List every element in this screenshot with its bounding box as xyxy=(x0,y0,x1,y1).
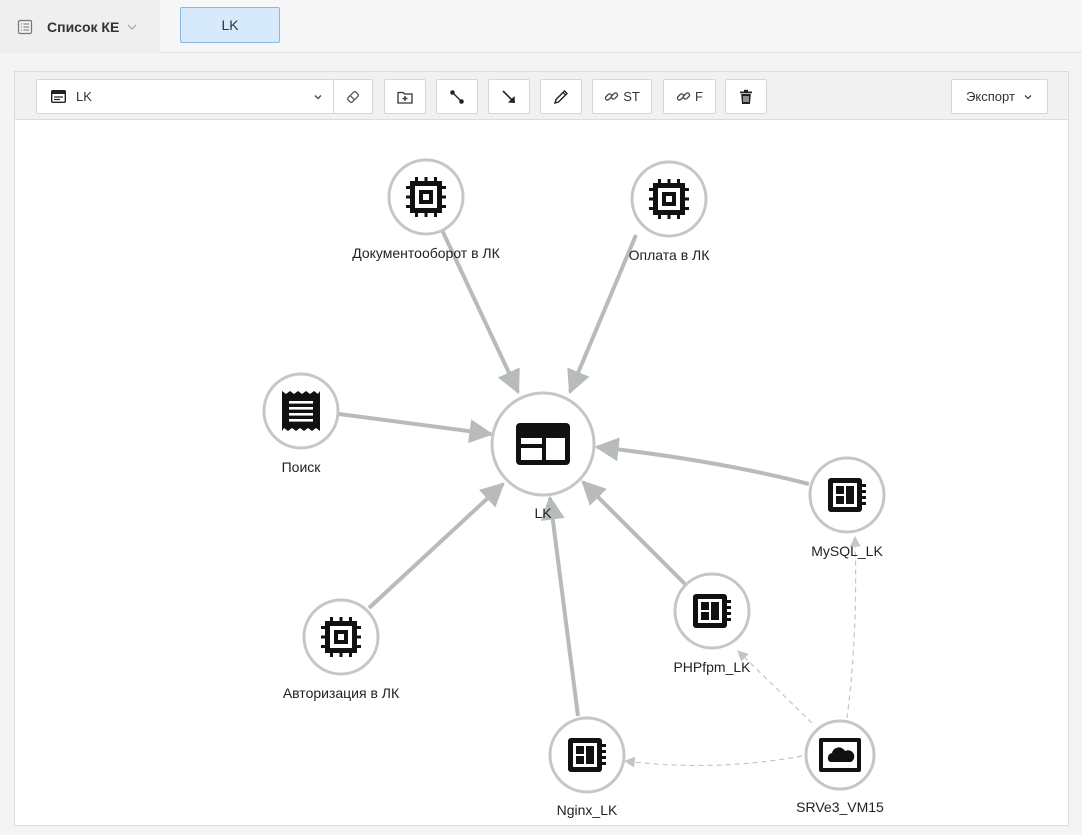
list-icon xyxy=(17,19,33,35)
node-lk[interactable]: LK xyxy=(490,391,596,521)
chip-icon xyxy=(406,177,446,217)
edge-srv-to-mysql[interactable] xyxy=(846,535,861,719)
app-window-icon xyxy=(516,423,570,465)
edge-auth-to-lk[interactable] xyxy=(367,482,505,610)
server-module-icon xyxy=(568,738,606,772)
graph-panel: LK ST F Экспорт LK Документооборот в ЛК … xyxy=(14,71,1069,826)
chevron-down-icon xyxy=(1023,92,1033,102)
node-pay[interactable]: Оплата в ЛК xyxy=(629,160,711,263)
link-f-label: F xyxy=(695,89,703,104)
server-module-icon xyxy=(693,594,731,628)
node-srv[interactable]: SRVe3_VM15 xyxy=(796,719,884,815)
edge-srv-to-nginx[interactable] xyxy=(623,755,803,768)
node-lk-label: LK xyxy=(534,505,552,521)
node-search[interactable]: Поиск xyxy=(262,372,340,475)
server-module-icon xyxy=(828,478,866,512)
node-doc-label: Документооборот в ЛК xyxy=(352,245,500,261)
link-icon xyxy=(604,89,619,104)
graph-select[interactable]: LK xyxy=(36,79,334,114)
tab-lk[interactable]: LK xyxy=(180,7,280,43)
trash-icon xyxy=(739,89,753,105)
edge-pay-to-lk[interactable] xyxy=(567,234,638,395)
add-folder-button[interactable] xyxy=(384,79,426,114)
link-icon xyxy=(676,89,691,104)
top-bar: Список КЕ LK xyxy=(0,0,1082,53)
link-f-button[interactable]: F xyxy=(663,79,716,114)
chevron-down-icon xyxy=(313,92,323,102)
connect-nodes-icon xyxy=(449,89,465,105)
window-icon xyxy=(51,90,66,103)
clear-button[interactable] xyxy=(333,79,373,114)
ke-list-label: Список КЕ xyxy=(47,18,120,35)
delete-button[interactable] xyxy=(725,79,767,114)
export-label: Экспорт xyxy=(966,89,1015,104)
arrow-down-right-icon xyxy=(501,89,517,105)
pencil-icon xyxy=(553,89,569,105)
edge-search-to-lk[interactable] xyxy=(338,412,494,444)
node-auth[interactable]: Авторизация в ЛК xyxy=(283,598,400,701)
edge-nginx-to-lk[interactable] xyxy=(540,495,580,717)
node-php[interactable]: PHPfpm_LK xyxy=(673,572,751,675)
node-nginx-label: Nginx_LK xyxy=(557,802,618,818)
ke-list-dropdown[interactable]: Список КЕ xyxy=(0,0,160,53)
node-nginx[interactable]: Nginx_LK xyxy=(548,716,626,818)
node-search-label: Поиск xyxy=(282,459,322,475)
link-st-button[interactable]: ST xyxy=(592,79,652,114)
graph-canvas[interactable]: LK Документооборот в ЛК Оплата в ЛК Поис… xyxy=(15,120,1068,825)
chevron-down-icon xyxy=(126,21,138,33)
graph-toolbar: LK ST F Экспорт xyxy=(15,72,1068,120)
node-mysql-label: MySQL_LK xyxy=(811,543,883,559)
edge-php-to-lk[interactable] xyxy=(581,480,687,586)
node-mysql[interactable]: MySQL_LK xyxy=(808,456,886,559)
node-php-label: PHPfpm_LK xyxy=(673,659,751,675)
chip-icon xyxy=(649,179,689,219)
export-dropdown[interactable]: Экспорт xyxy=(951,79,1048,114)
node-doc[interactable]: Документооборот в ЛК xyxy=(352,158,501,261)
node-srv-label: SRVe3_VM15 xyxy=(796,799,884,815)
edit-button[interactable] xyxy=(540,79,582,114)
node-auth-label: Авторизация в ЛК xyxy=(283,685,400,701)
cloud-vm-icon xyxy=(819,738,861,772)
arrow-tool-button[interactable] xyxy=(488,79,530,114)
add-link-button[interactable] xyxy=(436,79,478,114)
eraser-icon xyxy=(345,89,361,105)
folder-plus-icon xyxy=(397,90,413,104)
receipt-icon xyxy=(282,391,320,431)
graph-select-value: LK xyxy=(76,89,92,104)
edge-mysql-to-lk[interactable] xyxy=(594,437,810,486)
link-st-label: ST xyxy=(623,89,640,104)
chip-icon xyxy=(321,617,361,657)
node-pay-label: Оплата в ЛК xyxy=(629,247,711,263)
